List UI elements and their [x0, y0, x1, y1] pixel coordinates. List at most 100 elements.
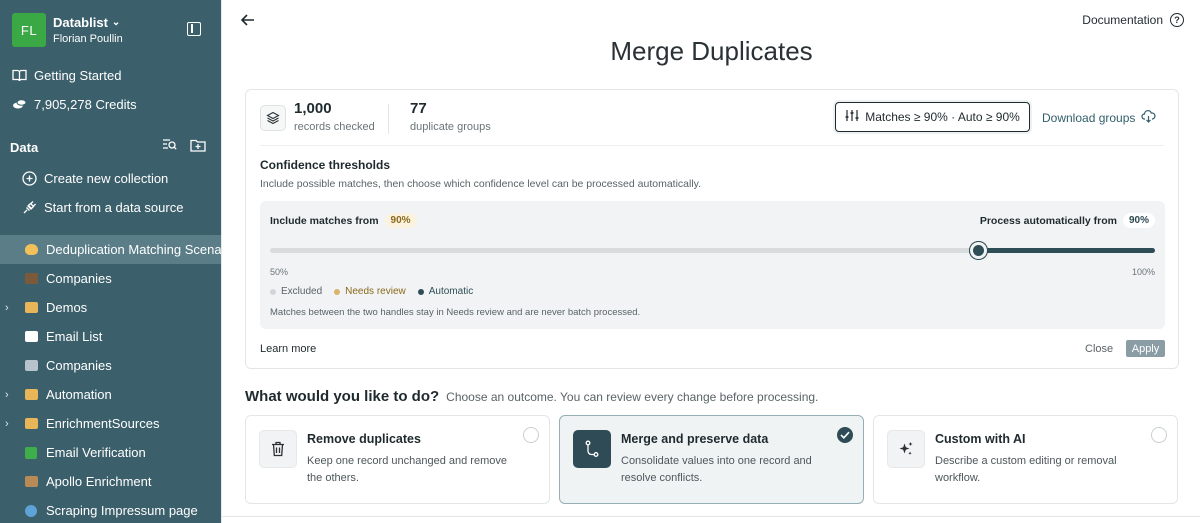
chevron-right-icon[interactable]: › — [5, 302, 9, 314]
documentation-link[interactable]: Documentation ? — [1082, 13, 1184, 27]
threshold-slider-track[interactable] — [270, 242, 1155, 259]
apply-button[interactable]: Apply — [1126, 340, 1165, 357]
next-section-edge — [222, 516, 1200, 523]
building-emoji-icon — [25, 360, 38, 371]
auto-handle[interactable] — [970, 242, 987, 259]
plug-icon — [21, 199, 37, 215]
slider-legend: Excluded Needs review Automatic — [270, 286, 473, 297]
collection-label: Email List — [46, 329, 103, 344]
divider — [260, 145, 1164, 146]
option-description: Describe a custom editing or removal wor… — [935, 455, 1117, 484]
option-custom-ai[interactable]: Custom with AI Describe a custom editing… — [873, 415, 1178, 504]
include-value-badge: 90% — [384, 213, 417, 228]
chevron-right-icon[interactable]: › — [5, 418, 9, 430]
thresholds-button-label: Matches ≥ 90% · Auto ≥ 90% — [865, 110, 1020, 124]
confidence-description: Include possible matches, then choose wh… — [260, 178, 702, 190]
slider-fill — [978, 248, 1155, 253]
collection-item[interactable]: Deduplication Matching Scenarios — [0, 235, 221, 264]
collection-label: Companies — [46, 271, 112, 286]
option-radio[interactable] — [523, 427, 539, 443]
chevron-right-icon[interactable]: › — [5, 389, 9, 401]
sparkle-icon — [887, 430, 925, 468]
workspace-switcher[interactable]: FL Datablist ⌄ Florian Poullin — [12, 13, 123, 47]
stat-label: duplicate groups — [410, 121, 491, 133]
data-section-label: Data — [10, 140, 39, 155]
merge-icon — [573, 430, 611, 468]
collection-item[interactable]: Scraping Impressum page — [0, 496, 221, 523]
collection-item[interactable]: Companies — [0, 264, 221, 293]
email-emoji-icon — [25, 331, 38, 342]
option-radio[interactable] — [1151, 427, 1167, 443]
sliders-icon — [845, 109, 859, 125]
collection-label: Apollo Enrichment — [46, 474, 152, 489]
cloud-download-icon — [1141, 110, 1156, 126]
arrow-left-icon[interactable] — [240, 12, 256, 28]
stat-value: 77 — [410, 100, 427, 117]
legend-excluded: Excluded — [270, 286, 322, 297]
collection-label: EnrichmentSources — [46, 416, 160, 431]
sidebar-item-getting-started[interactable]: Getting Started — [11, 67, 121, 83]
range-max-label: 100% — [1131, 267, 1155, 277]
confidence-title: Confidence thresholds — [260, 158, 391, 172]
download-groups-label: Download groups — [1042, 111, 1136, 125]
sidebar-item-label: Getting Started — [34, 67, 122, 83]
check-icon — [840, 431, 850, 439]
collection-label: Scraping Impressum page — [46, 503, 198, 518]
learn-more-link[interactable]: Learn more — [260, 343, 316, 355]
plus-circle-icon — [21, 170, 37, 186]
help-icon: ? — [1170, 13, 1184, 27]
collection-item[interactable]: Email Verification — [0, 438, 221, 467]
outcome-heading: What would you like to do? Choose an out… — [245, 388, 818, 405]
globe-emoji-icon — [25, 504, 37, 517]
thresholds-button[interactable]: Matches ≥ 90% · Auto ≥ 90% — [835, 102, 1030, 132]
option-title: Merge and preserve data — [621, 432, 769, 446]
option-description: Keep one record unchanged and remove the… — [307, 455, 507, 484]
option-merge-preserve[interactable]: Merge and preserve data Consolidate valu… — [559, 415, 864, 504]
collection-item[interactable]: Email List — [0, 322, 221, 351]
thresholds-card: 1,000 records checked 77 duplicate group… — [245, 89, 1179, 369]
option-remove-duplicates[interactable]: Remove duplicates Keep one record unchan… — [245, 415, 550, 504]
auto-label: Process automatically from — [979, 214, 1117, 227]
auto-value-badge: 90% — [1122, 213, 1155, 228]
folder-emoji-icon — [25, 302, 38, 313]
trash-icon — [259, 430, 297, 468]
collection-label: Deduplication Matching Scenarios — [46, 242, 221, 257]
records-checked-stat: 1,000 records checked — [294, 100, 375, 133]
collection-item[interactable]: Companies — [0, 351, 221, 380]
workspace-user: Florian Poullin — [53, 33, 123, 45]
wave-emoji-icon — [25, 244, 38, 255]
slider-note: Matches between the two handles stay in … — [270, 307, 641, 318]
duplicate-groups-stat: 77 duplicate groups — [410, 100, 491, 133]
chevron-down-icon: ⌄ — [111, 17, 121, 28]
create-collection-button[interactable]: Create new collection — [21, 170, 168, 186]
collection-item[interactable]: › EnrichmentSources — [0, 409, 221, 438]
check-emoji-icon — [25, 446, 37, 459]
action-label: Create new collection — [44, 170, 169, 186]
stat-label: records checked — [294, 121, 375, 133]
divider — [388, 104, 389, 134]
option-title: Remove duplicates — [307, 432, 421, 446]
outcome-title: What would you like to do? — [245, 388, 440, 405]
avatar: FL — [12, 13, 46, 47]
collection-item[interactable]: › Demos — [0, 293, 221, 322]
download-groups-button[interactable]: Download groups — [1042, 110, 1156, 126]
start-from-source-button[interactable]: Start from a data source — [21, 199, 183, 215]
option-title: Custom with AI — [935, 432, 1026, 446]
main-panel: Documentation ? Merge Duplicates 1,000 r… — [221, 0, 1200, 523]
coins-icon — [11, 96, 27, 112]
sidebar-collapse-icon[interactable] — [187, 22, 201, 36]
book-icon — [11, 67, 27, 83]
search-collections-icon[interactable] — [162, 138, 177, 157]
option-radio-checked[interactable] — [837, 427, 853, 443]
spy-emoji-icon — [25, 476, 38, 487]
collection-item[interactable]: › Automation — [0, 380, 221, 409]
layers-icon — [260, 105, 286, 131]
sidebar: FL Datablist ⌄ Florian Poullin Getting St… — [0, 0, 221, 523]
sidebar-item-credits[interactable]: 7,905,278 Credits — [11, 96, 137, 112]
range-min-label: 50% — [270, 267, 289, 277]
folder-emoji-icon — [25, 418, 38, 429]
stat-value: 1,000 — [294, 100, 332, 117]
close-button[interactable]: Close — [1085, 343, 1113, 355]
new-folder-icon[interactable] — [190, 138, 206, 157]
collection-item[interactable]: Apollo Enrichment — [0, 467, 221, 496]
